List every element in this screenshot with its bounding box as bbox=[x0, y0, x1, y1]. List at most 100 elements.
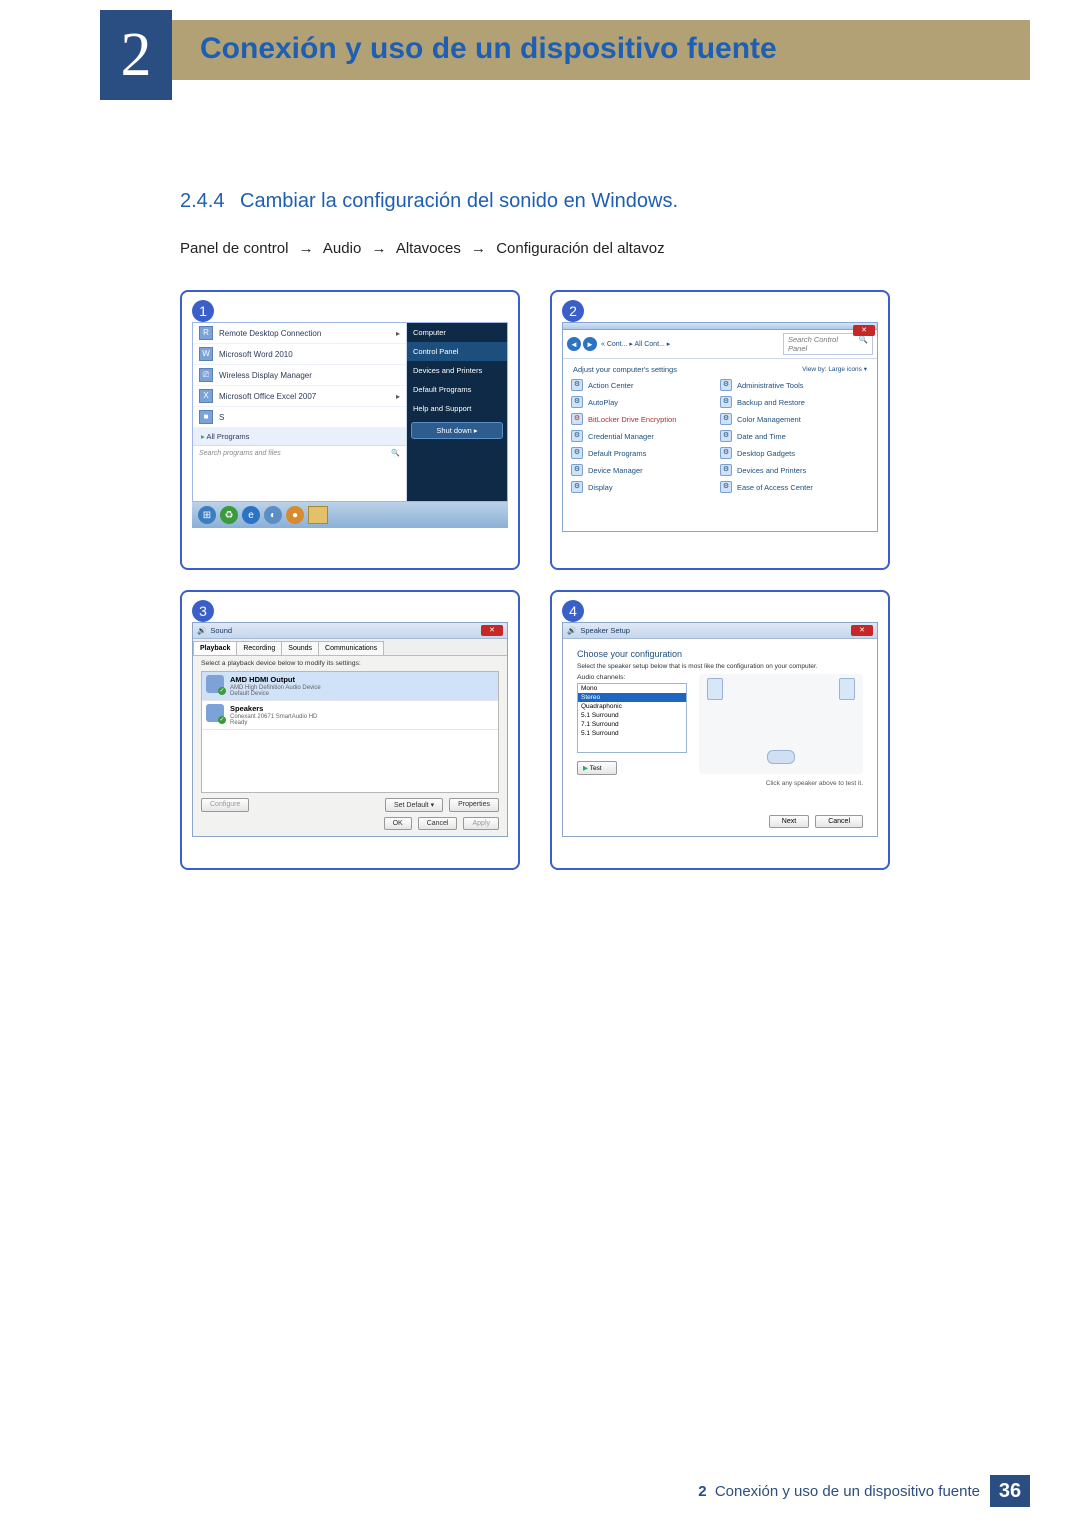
start-menu-item[interactable]: ■S bbox=[193, 407, 406, 428]
breadcrumb-part: Panel de control bbox=[180, 240, 288, 257]
window-titlebar: 🔊 Speaker Setup ✕ bbox=[563, 623, 877, 639]
test-button[interactable]: Test bbox=[577, 761, 617, 775]
start-menu-item[interactable]: ⎚Wireless Display Manager bbox=[193, 365, 406, 386]
start-menu-right-item[interactable]: Computer bbox=[407, 323, 507, 342]
start-orb-icon[interactable]: ⊞ bbox=[198, 506, 216, 524]
submenu-arrow-icon: ▸ bbox=[396, 329, 400, 338]
wizard-heading: Choose your configuration bbox=[563, 639, 877, 663]
taskbar-icon[interactable]: ● bbox=[286, 506, 304, 524]
instruction-text: Select a playback device below to modify… bbox=[193, 656, 507, 671]
control-panel-item[interactable]: ⚙Action Center bbox=[571, 378, 720, 392]
search-input[interactable]: Search Control Panel 🔍 bbox=[783, 333, 873, 355]
taskbar-icon[interactable]: ◐ bbox=[264, 506, 282, 524]
configure-button[interactable]: Configure bbox=[201, 798, 249, 812]
search-input[interactable]: Search programs and files 🔍 bbox=[193, 445, 406, 460]
cp-icon: ⚙ bbox=[720, 413, 732, 425]
sound-tab[interactable]: Sounds bbox=[281, 641, 319, 655]
left-speaker-icon[interactable] bbox=[707, 678, 723, 700]
cp-icon: ⚙ bbox=[571, 396, 583, 408]
control-panel-item[interactable]: ⚙Device Manager bbox=[571, 463, 720, 477]
playback-device[interactable]: ✓SpeakersConexant 20671 SmartAudio HDRea… bbox=[202, 701, 498, 730]
cp-label: Color Management bbox=[737, 415, 801, 424]
channel-option[interactable]: 7.1 Surround bbox=[578, 720, 686, 729]
start-menu-item[interactable]: XMicrosoft Office Excel 2007▸ bbox=[193, 386, 406, 407]
channel-option[interactable]: Quadraphonic bbox=[578, 702, 686, 711]
start-menu-right-item[interactable]: Devices and Printers bbox=[407, 361, 507, 380]
app-icon: W bbox=[199, 347, 213, 361]
breadcrumb-part: Audio bbox=[323, 240, 361, 257]
app-icon: ■ bbox=[199, 410, 213, 424]
channel-option[interactable]: Stereo bbox=[578, 693, 686, 702]
control-panel-item[interactable]: ⚙Administrative Tools bbox=[720, 378, 869, 392]
forward-icon[interactable]: ► bbox=[583, 337, 597, 351]
all-programs-button[interactable]: All Programs bbox=[193, 428, 406, 445]
control-panel-item[interactable]: ⚙Default Programs bbox=[571, 446, 720, 460]
section-title: Cambiar la configuración del sonido en W… bbox=[240, 190, 678, 212]
channel-option[interactable]: 5.1 Surround bbox=[578, 711, 686, 720]
properties-button[interactable]: Properties bbox=[449, 798, 499, 812]
shutdown-button[interactable]: Shut down ▸ bbox=[411, 422, 503, 439]
taskbar-icon[interactable]: ♻ bbox=[220, 506, 238, 524]
apply-button[interactable]: Apply bbox=[463, 817, 499, 830]
channel-option[interactable]: 5.1 Surround bbox=[578, 729, 686, 738]
cancel-button[interactable]: Cancel bbox=[815, 815, 863, 828]
right-speaker-icon[interactable] bbox=[839, 678, 855, 700]
cp-label: Desktop Gadgets bbox=[737, 449, 795, 458]
sound-tab[interactable]: Playback bbox=[193, 641, 237, 655]
start-menu-right-item[interactable]: Default Programs bbox=[407, 380, 507, 399]
control-panel-item[interactable]: ⚙Ease of Access Center bbox=[720, 480, 869, 494]
start-menu-right-item[interactable]: Control Panel bbox=[407, 342, 507, 361]
step-card-3: 3 🔊 Sound ✕ PlaybackRecordingSoundsCommu… bbox=[180, 590, 520, 870]
cancel-button[interactable]: Cancel bbox=[418, 817, 458, 830]
set-default-button[interactable]: Set Default bbox=[385, 798, 443, 812]
start-menu-item[interactable]: WMicrosoft Word 2010 bbox=[193, 344, 406, 365]
page-title: Conexión y uso de un dispositivo fuente bbox=[200, 32, 777, 66]
cp-icon: ⚙ bbox=[571, 447, 583, 459]
sound-window: 🔊 Sound ✕ PlaybackRecordingSoundsCommuni… bbox=[192, 622, 508, 837]
search-icon: 🔍 bbox=[859, 335, 868, 353]
taskbar-icon[interactable] bbox=[308, 506, 328, 524]
start-menu-item[interactable]: RRemote Desktop Connection▸ bbox=[193, 323, 406, 344]
address-crumbs[interactable]: « Cont...All Cont... bbox=[601, 340, 670, 348]
close-icon[interactable]: ✕ bbox=[851, 625, 873, 636]
step-card-1: 1 RRemote Desktop Connection▸WMicrosoft … bbox=[180, 290, 520, 570]
control-panel-item[interactable]: ⚙BitLocker Drive Encryption bbox=[571, 412, 720, 426]
cp-icon: ⚙ bbox=[571, 430, 583, 442]
channels-listbox[interactable]: MonoStereoQuadraphonic5.1 Surround7.1 Su… bbox=[577, 683, 687, 753]
control-panel-item[interactable]: ⚙Display bbox=[571, 480, 720, 494]
close-icon[interactable]: ✕ bbox=[481, 625, 503, 636]
ok-button[interactable]: OK bbox=[384, 817, 412, 830]
item-label: Wireless Display Manager bbox=[219, 371, 312, 380]
control-panel-item[interactable]: ⚙Backup and Restore bbox=[720, 395, 869, 409]
control-panel-item[interactable]: ⚙Devices and Printers bbox=[720, 463, 869, 477]
cp-label: Display bbox=[588, 483, 613, 492]
control-panel-item[interactable]: ⚙AutoPlay bbox=[571, 395, 720, 409]
control-panel-item[interactable]: ⚙Date and Time bbox=[720, 429, 869, 443]
device-icon: ✓ bbox=[206, 704, 224, 722]
step-card-2: 2 ✕ ◄ ► « Cont...All Cont... Search Cont… bbox=[550, 290, 890, 570]
next-button[interactable]: Next bbox=[769, 815, 809, 828]
step-badge: 4 bbox=[562, 600, 584, 622]
back-icon[interactable]: ◄ bbox=[567, 337, 581, 351]
device-status: Default Device bbox=[230, 691, 321, 697]
window-titlebar: ✕ bbox=[563, 323, 877, 330]
cp-label: Device Manager bbox=[588, 466, 643, 475]
cp-label: BitLocker Drive Encryption bbox=[588, 415, 676, 424]
taskbar-ie-icon[interactable]: e bbox=[242, 506, 260, 524]
control-panel-item[interactable]: ⚙ Color Management bbox=[720, 412, 869, 426]
device-status: Ready bbox=[230, 720, 317, 726]
control-panel-item[interactable]: ⚙Desktop Gadgets bbox=[720, 446, 869, 460]
sound-tab[interactable]: Communications bbox=[318, 641, 384, 655]
playback-device[interactable]: ✓AMD HDMI OutputAMD High Definition Audi… bbox=[202, 672, 498, 701]
control-panel-item[interactable]: ⚙Credential Manager bbox=[571, 429, 720, 443]
control-panel-window: ✕ ◄ ► « Cont...All Cont... Search Contro… bbox=[562, 322, 878, 532]
close-icon[interactable]: ✕ bbox=[853, 325, 875, 336]
channel-option[interactable]: Mono bbox=[578, 684, 686, 693]
start-menu-right-item[interactable]: Help and Support bbox=[407, 399, 507, 418]
sound-tab[interactable]: Recording bbox=[236, 641, 282, 655]
nav-buttons: ◄ ► bbox=[567, 337, 597, 351]
device-list[interactable]: ✓AMD HDMI OutputAMD High Definition Audi… bbox=[201, 671, 499, 793]
speaker-icon: 🔊 bbox=[567, 626, 576, 635]
view-by-dropdown[interactable]: View by: Large icons ▾ bbox=[802, 365, 867, 374]
cp-label: Backup and Restore bbox=[737, 398, 805, 407]
